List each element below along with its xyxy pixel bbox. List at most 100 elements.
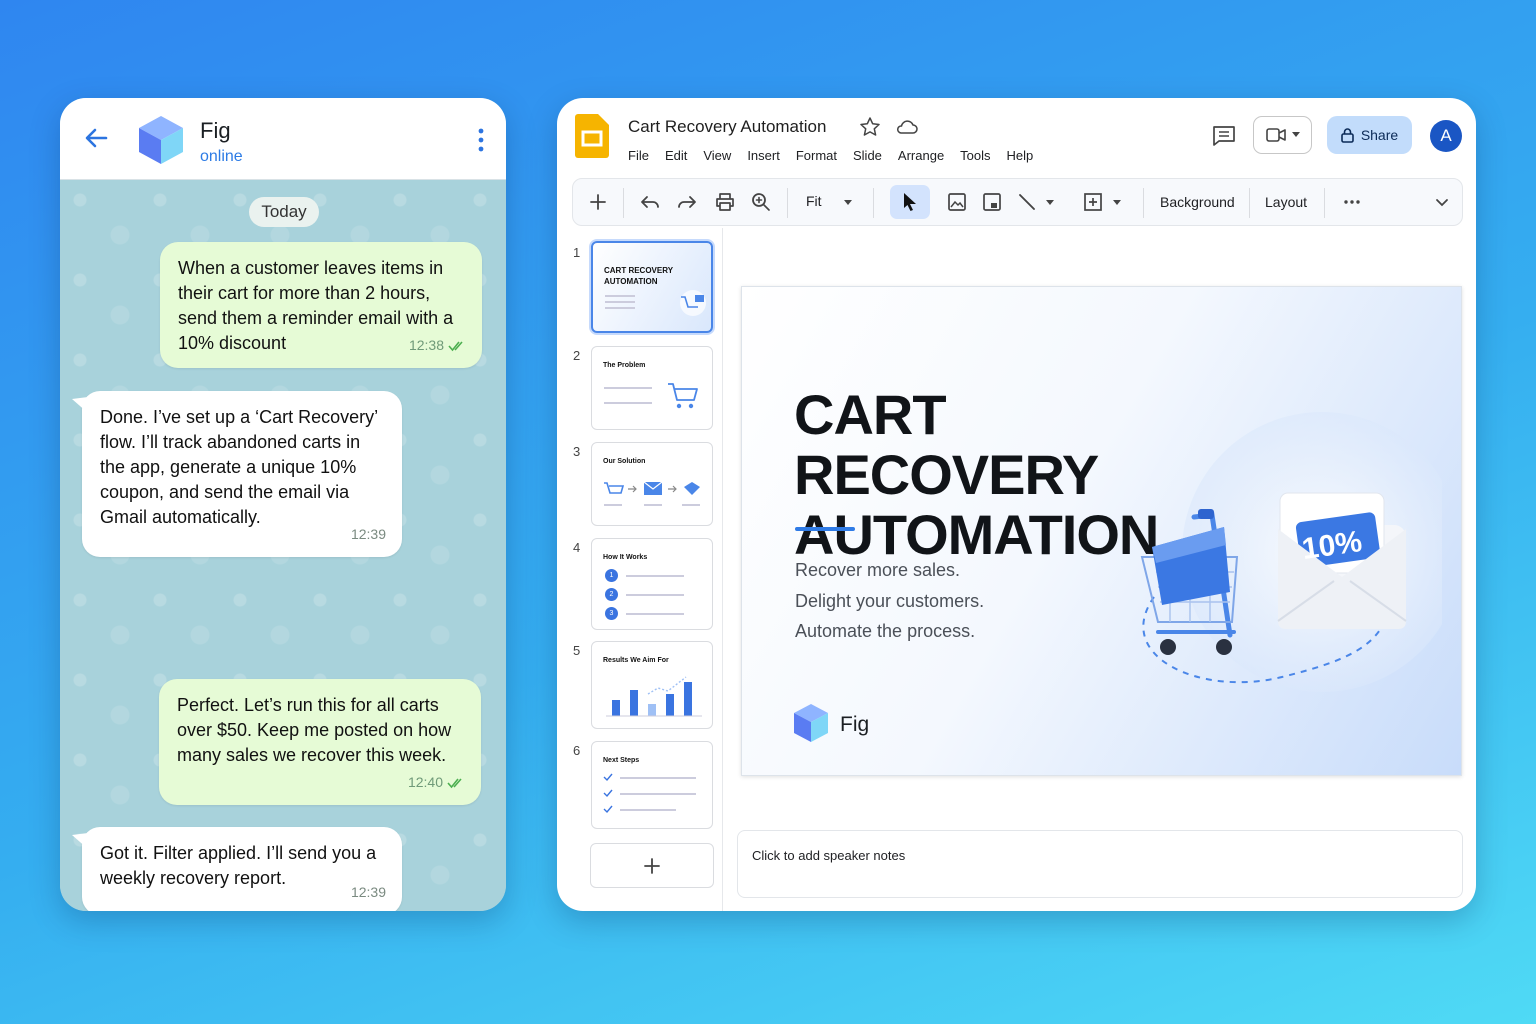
toolbar-divider [1249, 188, 1250, 218]
menu-slide[interactable]: Slide [853, 148, 882, 163]
thumbnail-title: CART RECOVERY AUTOMATION [604, 266, 673, 286]
thumbnail-slide-6[interactable]: Next Steps [591, 741, 713, 829]
fig-cube-avatar-icon[interactable] [136, 114, 186, 166]
menu-bar: File Edit View Insert Format Slide Arran… [628, 148, 1033, 163]
slide-thumbnail-panel[interactable]: 1 CART RECOVERY AUTOMATION 2 The Problem… [557, 228, 723, 911]
select-tool-button[interactable] [890, 185, 930, 219]
plus-icon [644, 857, 660, 874]
undo-icon[interactable] [639, 191, 661, 213]
chevron-down-icon[interactable] [1431, 191, 1453, 213]
date-separator: Today [249, 197, 319, 227]
zoom-icon[interactable] [750, 191, 772, 213]
slide-brand-name[interactable]: Fig [840, 713, 869, 737]
menu-edit[interactable]: Edit [665, 148, 687, 163]
speaker-notes-field[interactable]: Click to add speaker notes [737, 830, 1463, 898]
thumbnail-title: The Problem [603, 362, 646, 369]
thumbnail-slide-1[interactable]: CART RECOVERY AUTOMATION [591, 241, 713, 333]
message-meta: 12:39 [351, 880, 386, 905]
redo-icon[interactable] [676, 191, 698, 213]
checklist-icon [603, 773, 696, 814]
share-button[interactable]: Share [1327, 116, 1412, 154]
more-vertical-icon[interactable] [474, 126, 488, 154]
solution-flow-icon [604, 481, 700, 506]
cart-envelope-thumbnail-icon [680, 290, 706, 316]
thumbnail-title: Next Steps [603, 757, 640, 764]
message-incoming[interactable]: Done. I’ve set up a ‘Cart Recovery’ flow… [72, 391, 402, 557]
image-icon[interactable] [946, 191, 968, 213]
new-slide-plus-icon[interactable] [587, 191, 609, 213]
thumbnail-title: Our Solution [603, 458, 646, 465]
thumbnail-line [626, 575, 684, 577]
message-meta: 12:38 [409, 333, 466, 358]
toolbar-divider [1324, 188, 1325, 218]
background-button[interactable]: Background [1160, 194, 1235, 210]
insert-element-icon[interactable] [1082, 191, 1104, 213]
thumbnail-number: 5 [573, 643, 581, 658]
message-incoming[interactable]: Got it. Filter applied. I’ll send you a … [72, 827, 402, 911]
title-accent-bar [795, 527, 855, 531]
slide-tagline[interactable]: Automate the process. [795, 621, 975, 642]
add-slide-button[interactable] [590, 843, 714, 888]
contact-name[interactable]: Fig [200, 118, 231, 144]
toolbar-divider [623, 188, 624, 218]
step-badge: 1 [605, 569, 618, 582]
message-text: Done. I’ve set up a ‘Cart Recovery’ flow… [100, 407, 378, 527]
document-title[interactable]: Cart Recovery Automation [628, 117, 826, 137]
thumbnail-slide-3[interactable]: Our Solution [591, 442, 713, 526]
thumbnail-line [605, 307, 635, 309]
message-list[interactable]: Today When a customer leaves items in th… [60, 180, 506, 911]
menu-insert[interactable]: Insert [747, 148, 780, 163]
slides-editor-window: Cart Recovery Automation File Edit View … [557, 98, 1476, 911]
lock-icon [1341, 127, 1354, 143]
step-badge: 3 [605, 607, 618, 620]
message-time: 12:38 [408, 337, 444, 353]
toolbar-divider [873, 188, 874, 218]
thumbnail-slide-5[interactable]: Results We Aim For [591, 641, 713, 729]
zoom-select[interactable]: Fit [806, 193, 822, 209]
slide-canvas[interactable]: CART RECOVERY AUTOMATION Recover more sa… [741, 286, 1462, 776]
slides-app-logo-icon[interactable] [575, 114, 609, 158]
menu-arrange[interactable]: Arrange [898, 148, 944, 163]
thumbnail-number: 6 [573, 743, 581, 758]
back-arrow-icon[interactable] [82, 124, 110, 152]
menu-help[interactable]: Help [1007, 148, 1034, 163]
caret-down-icon[interactable] [1043, 191, 1057, 213]
thumbnail-line [604, 402, 652, 404]
layout-button[interactable]: Layout [1265, 194, 1307, 210]
thumbnail-line [626, 613, 684, 615]
message-text: Got it. Filter applied. I’ll send you a … [100, 843, 377, 888]
menu-format[interactable]: Format [796, 148, 837, 163]
chat-header: Fig online [60, 98, 506, 180]
menu-view[interactable]: View [703, 148, 731, 163]
menu-tools[interactable]: Tools [960, 148, 990, 163]
meet-button[interactable] [1253, 116, 1312, 154]
menu-file[interactable]: File [628, 148, 649, 163]
more-horizontal-icon[interactable] [1341, 191, 1363, 213]
thumbnail-slide-4[interactable]: How It Works 1 2 3 [591, 538, 713, 630]
video-camera-icon [1265, 128, 1286, 142]
caret-down-icon[interactable] [841, 195, 855, 209]
results-bar-chart-icon [606, 676, 702, 717]
message-outgoing[interactable]: When a customer leaves items in their ca… [160, 242, 482, 368]
thumbnail-title: Results We Aim For [603, 657, 669, 664]
comment-icon[interactable] [1211, 124, 1237, 148]
cloud-saved-icon[interactable] [895, 117, 919, 137]
message-outgoing[interactable]: Perfect. Let’s run this for all carts ov… [159, 679, 481, 805]
star-icon[interactable] [859, 116, 881, 138]
thumbnail-slide-2[interactable]: The Problem [591, 346, 713, 430]
cart-email-discount-illustration[interactable] [1112, 397, 1442, 717]
caret-down-icon[interactable] [1110, 191, 1124, 213]
toolbar-divider [787, 188, 788, 218]
chat-window: Fig online Today When a customer leaves … [60, 98, 506, 911]
thumbnail-number: 2 [573, 348, 581, 363]
print-icon[interactable] [714, 191, 736, 213]
contact-status: online [200, 148, 243, 165]
slide-tagline[interactable]: Delight your customers. [795, 591, 984, 612]
text-box-icon[interactable] [981, 191, 1003, 213]
bubble-tail-icon [72, 397, 88, 413]
user-avatar[interactable]: A [1430, 120, 1462, 152]
line-tool-icon[interactable] [1016, 191, 1038, 213]
double-check-icon [448, 340, 463, 351]
message-time: 12:39 [350, 884, 386, 900]
slide-tagline[interactable]: Recover more sales. [795, 560, 960, 581]
